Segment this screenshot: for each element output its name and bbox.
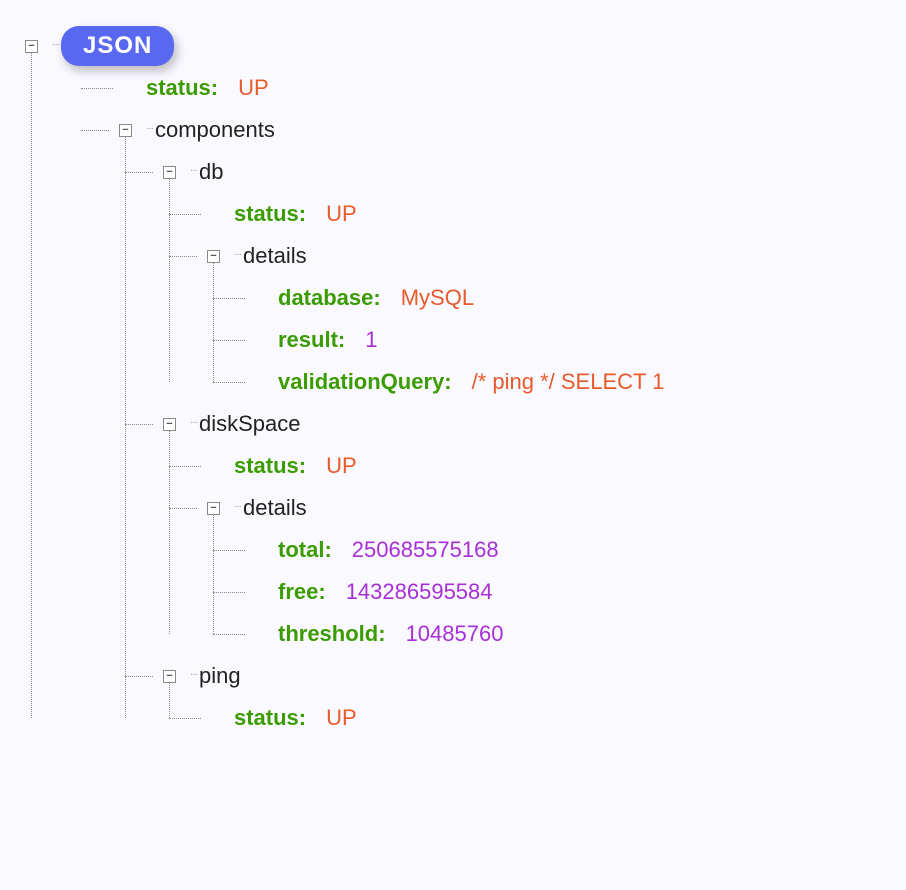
val-diskspace-total: 250685575168 [352,537,499,563]
key-db-database: database [278,285,373,311]
val-db-database: MySQL [401,285,474,311]
components-children: ··· db status : UP [119,151,881,739]
val-diskspace-free: 143286595584 [346,579,493,605]
tree-connector: ··· [234,249,241,260]
db-children: status : UP ··· details [163,193,881,403]
node-diskspace-threshold: threshold : 10485760 [207,613,881,655]
node-diskspace-free: free : 143286595584 [207,571,881,613]
node-db-status: status : UP [163,193,881,235]
toggle-db-details[interactable] [207,250,220,263]
colon: : [324,537,331,563]
val-diskspace-status: UP [326,453,357,479]
colon: : [318,579,325,605]
key-ping-status: status [234,705,299,731]
node-diskspace: ··· diskSpace status : UP [119,403,881,655]
node-db-result: result : 1 [207,319,881,361]
colon: : [373,285,380,311]
toggle-diskspace[interactable] [163,418,176,431]
tree-connector: ··· [234,501,241,512]
key-diskspace: diskSpace [199,411,301,437]
db-details-children: database : MySQL result [207,277,881,403]
key-status: status [146,75,211,101]
root-children: status : UP ··· components [25,67,881,739]
node-status: status : UP [75,67,881,109]
node-ping-status: status : UP [163,697,881,739]
node-ping: ··· ping status : UP [119,655,881,739]
colon: : [299,201,306,227]
val-db-status: UP [326,201,357,227]
toggle-root[interactable] [25,40,38,53]
val-db-result: 1 [365,327,377,353]
val-diskspace-threshold: 10485760 [406,621,504,647]
tree-connector: ··· [190,165,197,176]
tree-connector: ··· [146,123,153,134]
colon: : [378,621,385,647]
key-db-validationquery: validationQuery [278,369,444,395]
colon: : [338,327,345,353]
toggle-db[interactable] [163,166,176,179]
val-status: UP [238,75,269,101]
node-diskspace-total: total : 250685575168 [207,529,881,571]
diskspace-details-children: total : 250685575168 free [207,529,881,655]
val-db-validationquery: /* ping */ SELECT 1 [472,369,665,395]
toggle-components[interactable] [119,124,132,137]
colon: : [299,453,306,479]
val-ping-status: UP [326,705,357,731]
ping-children: status : UP [163,697,881,739]
node-db-validationquery: validationQuery : /* ping */ SELECT 1 [207,361,881,403]
root-node: ··· JSON status : UP ··· components [25,25,881,739]
key-diskspace-threshold: threshold [278,621,378,647]
json-tree: ··· JSON status : UP ··· components [25,25,881,739]
key-db-details: details [243,243,307,269]
key-db-status: status [234,201,299,227]
key-components: components [155,117,275,143]
toggle-diskspace-details[interactable] [207,502,220,515]
node-db: ··· db status : UP [119,151,881,403]
json-badge: JSON [61,26,174,66]
node-components: ··· components ··· db [75,109,881,739]
node-diskspace-details: ··· details total : [163,487,881,655]
key-diskspace-total: total [278,537,324,563]
node-db-details: ··· details database : [163,235,881,403]
colon: : [299,705,306,731]
colon: : [444,369,451,395]
toggle-ping[interactable] [163,670,176,683]
key-diskspace-details: details [243,495,307,521]
tree-connector: ··· [190,417,197,428]
node-db-database: database : MySQL [207,277,881,319]
key-diskspace-status: status [234,453,299,479]
tree-connector: ··· [52,39,59,50]
key-db-result: result [278,327,338,353]
node-diskspace-status: status : UP [163,445,881,487]
key-db: db [199,159,223,185]
colon: : [211,75,218,101]
key-ping: ping [199,663,241,689]
diskspace-children: status : UP ··· details [163,445,881,655]
tree-connector: ··· [190,669,197,680]
key-diskspace-free: free [278,579,318,605]
